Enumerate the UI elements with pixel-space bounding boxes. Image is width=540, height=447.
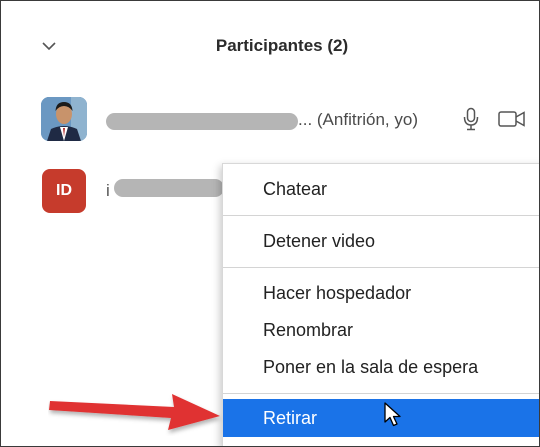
window-border: [0, 0, 540, 447]
